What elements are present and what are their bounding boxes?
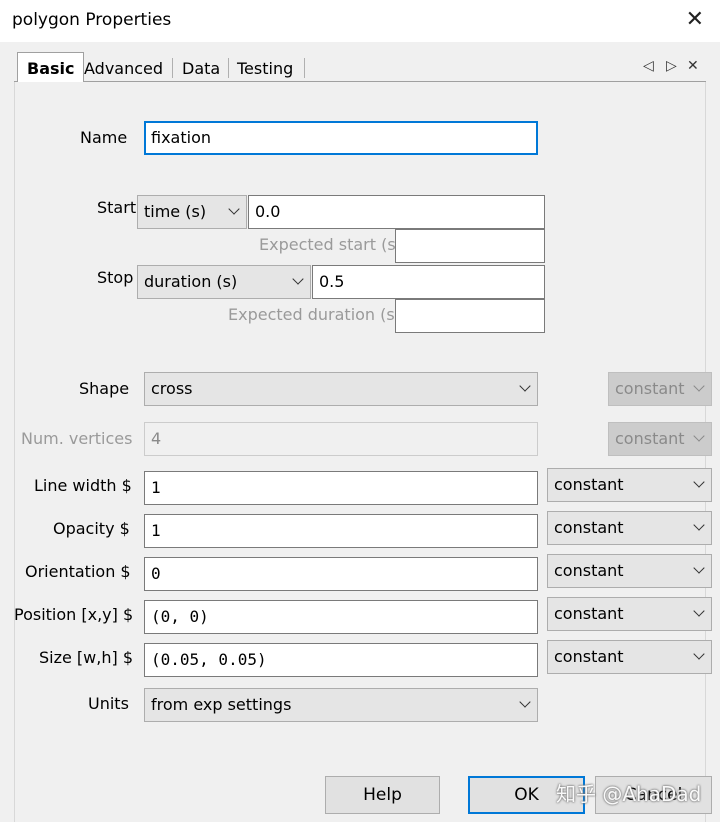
tab-basic[interactable]: Basic xyxy=(17,52,85,84)
expected-duration-input[interactable] xyxy=(395,299,545,333)
tab-separator xyxy=(304,58,305,78)
tab-testing[interactable]: Testing xyxy=(229,56,301,82)
watermark-text: 知乎 @AhaDad xyxy=(556,782,702,806)
tab-prev-icon[interactable]: ◁ xyxy=(643,58,654,74)
stop-type-select[interactable]: duration (s) xyxy=(137,265,311,299)
orientation-update-value: constant xyxy=(554,561,624,580)
num-vertices-update-value: constant xyxy=(615,429,685,448)
position-update-value: constant xyxy=(554,604,624,623)
start-type-value: time (s) xyxy=(144,202,207,221)
chevron-down-icon xyxy=(228,203,240,215)
chevron-down-icon xyxy=(693,430,705,442)
line-width-update-select[interactable]: constant xyxy=(547,468,712,502)
position-input[interactable]: (0, 0) xyxy=(144,600,538,634)
opacity-input[interactable]: 1 xyxy=(144,514,538,548)
stop-type-value: duration (s) xyxy=(144,272,238,291)
stop-label: Stop xyxy=(97,268,134,287)
chevron-down-icon xyxy=(693,605,705,617)
help-button[interactable]: Help xyxy=(325,776,440,814)
shape-select[interactable]: cross xyxy=(144,372,538,406)
units-value: from exp settings xyxy=(151,695,292,714)
shape-label: Shape xyxy=(79,379,130,398)
size-update-value: constant xyxy=(554,647,624,666)
num-vertices-input: 4 xyxy=(144,422,538,456)
size-update-select[interactable]: constant xyxy=(547,640,712,674)
shape-value: cross xyxy=(151,379,193,398)
expected-start-input[interactable] xyxy=(395,229,545,263)
tab-separator xyxy=(172,58,173,78)
chevron-down-icon xyxy=(693,519,705,531)
tab-close-icon[interactable]: ✕ xyxy=(687,58,699,74)
expected-start-label: Expected start (s) xyxy=(259,235,402,254)
orientation-update-select[interactable]: constant xyxy=(547,554,712,588)
start-label: Start xyxy=(97,198,137,217)
shape-update-select: constant xyxy=(608,372,712,406)
chevron-down-icon xyxy=(519,380,531,392)
tab-next-icon[interactable]: ▷ xyxy=(666,58,677,74)
name-input[interactable]: fixation xyxy=(144,121,538,155)
expected-duration-label: Expected duration (s) xyxy=(228,305,401,324)
orientation-input[interactable]: 0 xyxy=(144,557,538,591)
start-type-select[interactable]: time (s) xyxy=(137,195,247,229)
opacity-update-value: constant xyxy=(554,518,624,537)
chevron-down-icon xyxy=(693,476,705,488)
position-update-select[interactable]: constant xyxy=(547,597,712,631)
line-width-input[interactable]: 1 xyxy=(144,471,538,505)
opacity-update-select[interactable]: constant xyxy=(547,511,712,545)
line-width-update-value: constant xyxy=(554,475,624,494)
opacity-label: Opacity $ xyxy=(53,519,130,538)
start-value-input[interactable]: 0.0 xyxy=(248,195,545,229)
chevron-down-icon xyxy=(292,273,304,285)
stop-value-input[interactable]: 0.5 xyxy=(312,265,545,299)
num-vertices-label: Num. vertices xyxy=(21,429,133,448)
shape-update-value: constant xyxy=(615,379,685,398)
units-select[interactable]: from exp settings xyxy=(144,688,538,722)
close-icon[interactable]: ✕ xyxy=(686,8,704,32)
units-label: Units xyxy=(88,694,129,713)
title-bar: polygon Properties ✕ xyxy=(0,0,720,42)
chevron-down-icon xyxy=(693,380,705,392)
line-width-label: Line width $ xyxy=(34,476,132,495)
name-label: Name xyxy=(80,128,128,147)
tab-data[interactable]: Data xyxy=(174,56,228,82)
chevron-down-icon xyxy=(693,648,705,660)
size-label: Size [w,h] $ xyxy=(39,648,133,667)
orientation-label: Orientation $ xyxy=(25,562,131,581)
num-vertices-update-select: constant xyxy=(608,422,712,456)
window-title: polygon Properties xyxy=(12,10,172,30)
position-label: Position [x,y] $ xyxy=(14,605,134,624)
tab-advanced[interactable]: Advanced xyxy=(76,56,171,82)
chevron-down-icon xyxy=(693,562,705,574)
chevron-down-icon xyxy=(519,696,531,708)
size-input[interactable]: (0.05, 0.05) xyxy=(144,643,538,677)
